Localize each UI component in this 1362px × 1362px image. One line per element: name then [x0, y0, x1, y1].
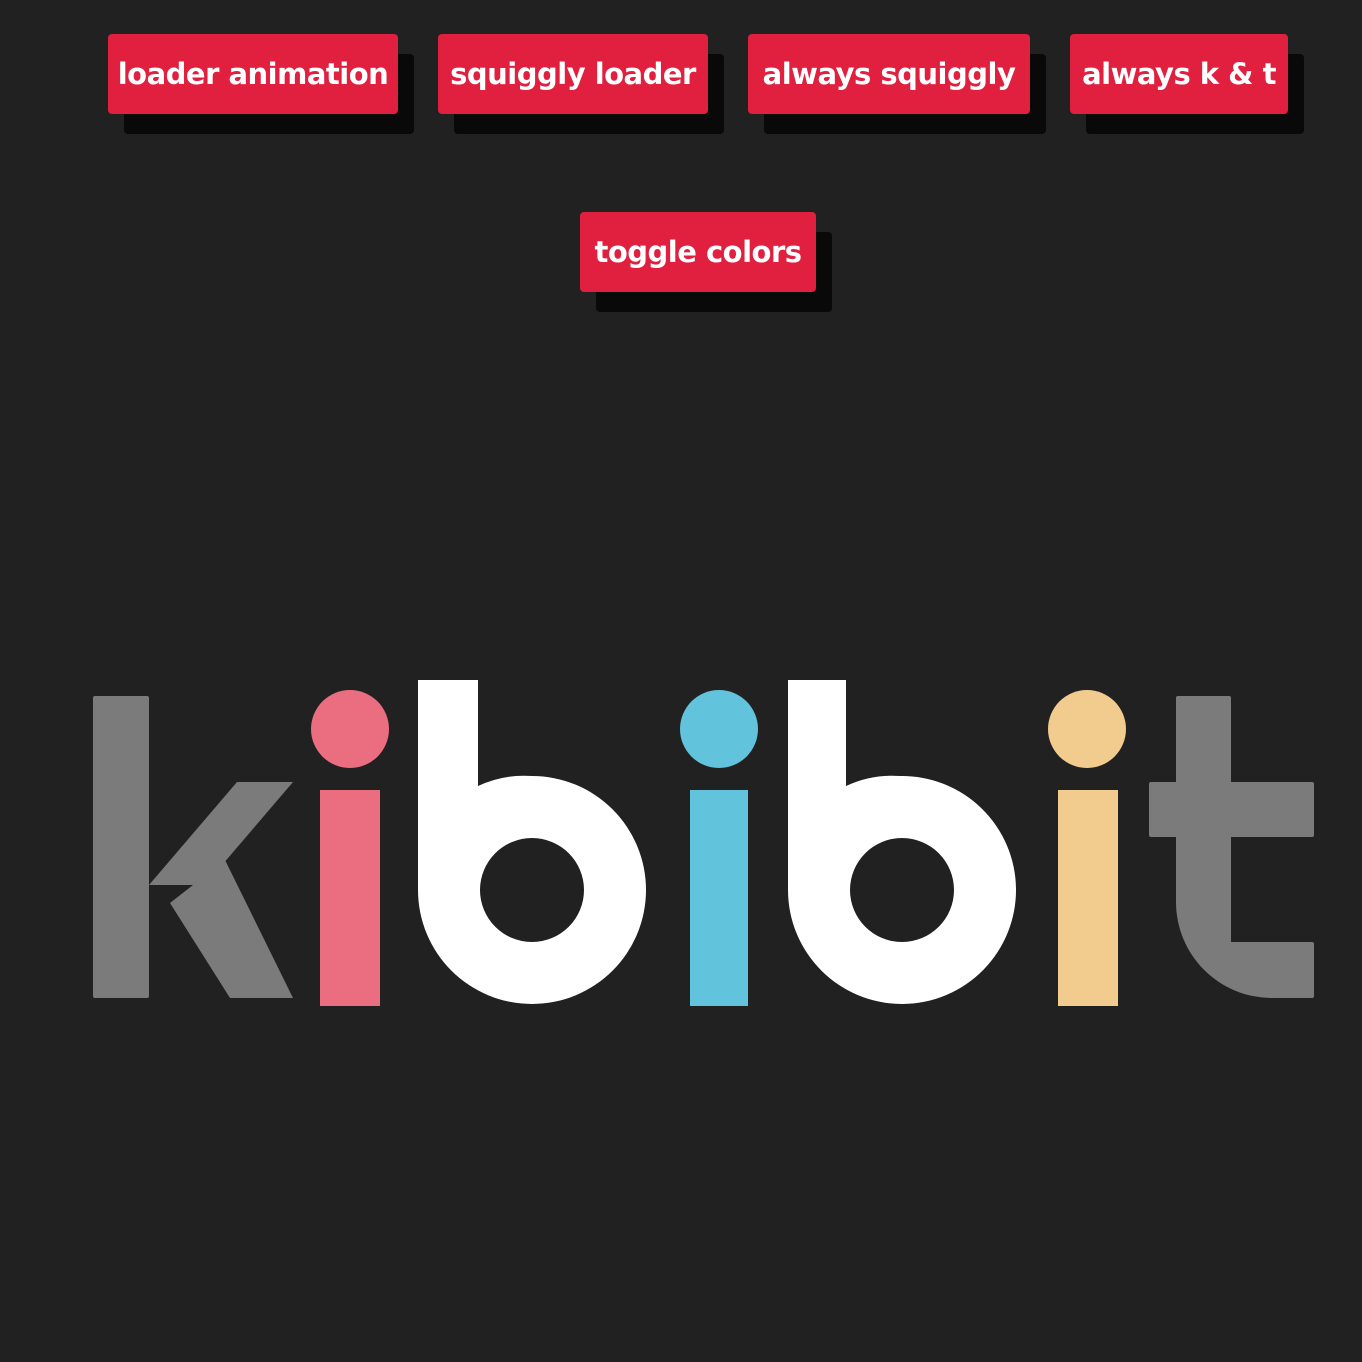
logo-letter-t	[1149, 696, 1314, 998]
kibibit-logo	[93, 680, 1314, 1006]
logo-letter-b-1	[418, 680, 646, 1004]
logo-letter-b-2	[788, 680, 1016, 1004]
logo-letter-i-2	[680, 690, 758, 1006]
logo-letter-i-1	[311, 690, 389, 1006]
logo-letter-k	[93, 696, 293, 998]
logo-letter-i-3	[1048, 690, 1126, 1006]
